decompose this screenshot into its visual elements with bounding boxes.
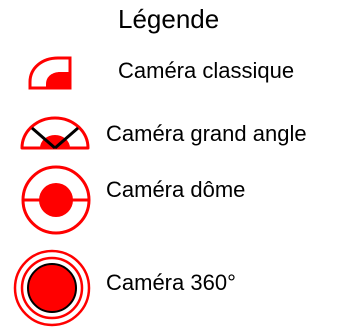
legend-label-dome: Caméra dôme bbox=[106, 177, 246, 202]
legend-label-classic: Caméra classique bbox=[118, 58, 295, 83]
dome-camera-icon bbox=[21, 165, 91, 235]
camera-360-icon bbox=[13, 249, 91, 327]
legend-label-wide-angle: Caméra grand angle bbox=[106, 121, 307, 146]
legend-title: Légende bbox=[118, 4, 220, 34]
classic-camera-icon bbox=[28, 56, 72, 90]
wide-angle-camera-icon bbox=[20, 116, 90, 150]
camera-legend: Légende Caméra classique Caméra grand an… bbox=[0, 0, 350, 333]
legend-label-360: Caméra 360° bbox=[106, 270, 236, 295]
